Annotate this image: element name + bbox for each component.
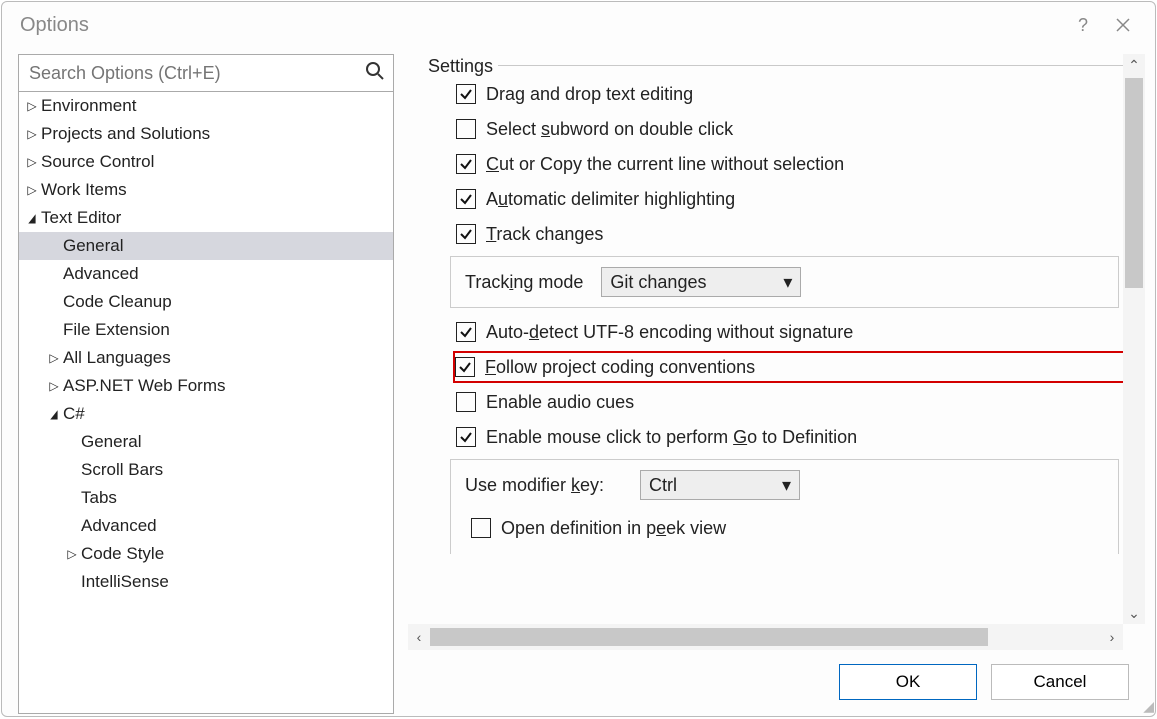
tree-item-label: Work Items xyxy=(41,180,127,199)
tree-item[interactable]: ▷Code Style xyxy=(19,540,393,568)
tree-item[interactable]: ▷Code Cleanup xyxy=(19,288,393,316)
tree-item[interactable]: ◢Text Editor xyxy=(19,204,393,232)
tree-item-label: Text Editor xyxy=(41,208,121,227)
chevron-down-icon: ◢ xyxy=(48,400,59,428)
vertical-scrollbar[interactable]: ⌃ ⌄ xyxy=(1123,54,1145,624)
tree-item-label: Environment xyxy=(41,96,136,115)
resize-grip-icon[interactable]: ◢ xyxy=(1143,698,1154,715)
close-icon xyxy=(1116,18,1130,32)
tree-item[interactable]: ▷Advanced xyxy=(19,512,393,540)
tree-item[interactable]: ▷All Languages xyxy=(19,344,393,372)
chevron-down-icon: ◢ xyxy=(26,204,37,232)
tree-item-label: Code Cleanup xyxy=(63,292,172,311)
tree-item[interactable]: ▷General xyxy=(19,232,393,260)
tree-item-label: Tabs xyxy=(81,488,117,507)
chevron-right-icon: ▷ xyxy=(25,92,39,120)
tree-item-label: Advanced xyxy=(81,516,157,535)
scroll-right-icon: › xyxy=(1101,626,1123,648)
tracking-mode-select[interactable]: Git changes ▾ xyxy=(601,267,801,297)
tree-item[interactable]: ▷Scroll Bars xyxy=(19,456,393,484)
follow-conventions-checkbox[interactable]: Follow project coding conventions xyxy=(453,351,1145,383)
tree-item-label: General xyxy=(63,236,123,255)
autodetect-utf8-checkbox[interactable]: Auto-detect UTF-8 encoding without signa… xyxy=(456,316,1145,348)
tree-item-label: All Languages xyxy=(63,348,171,367)
scrollbar-thumb[interactable] xyxy=(1125,78,1143,288)
chevron-right-icon: ▷ xyxy=(25,120,39,148)
tree-item[interactable]: ▷General xyxy=(19,428,393,456)
help-button[interactable]: ? xyxy=(1063,5,1103,45)
tree-item[interactable]: ▷IntelliSense xyxy=(19,568,393,596)
window-title: Options xyxy=(20,14,89,37)
tree-item[interactable]: ▷Environment xyxy=(19,92,393,120)
tree-item-label: Projects and Solutions xyxy=(41,124,210,143)
scroll-up-icon: ⌃ xyxy=(1123,54,1145,76)
tree-item-label: IntelliSense xyxy=(81,572,169,591)
tree-item[interactable]: ▷ASP.NET Web Forms xyxy=(19,372,393,400)
goto-definition-checkbox[interactable]: Enable mouse click to perform Go to Defi… xyxy=(456,421,1145,453)
drag-drop-checkbox[interactable]: Drag and drop text editing xyxy=(456,78,1145,110)
horizontal-scrollbar[interactable]: ‹ › xyxy=(408,624,1123,650)
settings-panel: Settings Drag and drop text editing Sele… xyxy=(426,54,1145,624)
cancel-button[interactable]: Cancel xyxy=(991,664,1129,700)
tree-item-label: ASP.NET Web Forms xyxy=(63,376,226,395)
search-options[interactable] xyxy=(18,54,394,92)
chevron-right-icon: ▷ xyxy=(65,540,79,568)
peek-view-checkbox[interactable]: Open definition in peek view xyxy=(471,512,1104,544)
chevron-right-icon: ▷ xyxy=(25,176,39,204)
chevron-right-icon: ▷ xyxy=(47,344,61,372)
options-tree[interactable]: ▷Environment▷Projects and Solutions▷Sour… xyxy=(18,92,394,714)
chevron-down-icon: ▾ xyxy=(782,475,791,496)
close-button[interactable] xyxy=(1103,5,1143,45)
tree-item-label: File Extension xyxy=(63,320,170,339)
modifier-key-select[interactable]: Ctrl ▾ xyxy=(640,470,800,500)
chevron-right-icon: ▷ xyxy=(25,148,39,176)
search-input[interactable] xyxy=(25,59,365,88)
tree-item[interactable]: ▷File Extension xyxy=(19,316,393,344)
modifier-key-label: Use modifier key: xyxy=(465,475,604,496)
autodelim-checkbox[interactable]: Automatic delimiter highlighting xyxy=(456,183,1145,215)
chevron-right-icon: ▷ xyxy=(47,372,61,400)
tree-item[interactable]: ◢C# xyxy=(19,400,393,428)
tree-item[interactable]: ▷Advanced xyxy=(19,260,393,288)
tree-item-label: Code Style xyxy=(81,544,164,563)
tree-item-label: General xyxy=(81,432,141,451)
subword-checkbox[interactable]: Select subword on double click xyxy=(456,113,1145,145)
settings-group-title: Settings xyxy=(428,56,1145,77)
track-changes-checkbox[interactable]: Track changes xyxy=(456,218,1145,250)
tree-item-label: Scroll Bars xyxy=(81,460,163,479)
tree-item[interactable]: ▷Tabs xyxy=(19,484,393,512)
tracking-mode-row: Tracking mode Git changes ▾ xyxy=(450,256,1119,308)
search-icon xyxy=(365,61,385,86)
tree-item-label: C# xyxy=(63,404,85,423)
audio-cues-checkbox[interactable]: Enable audio cues xyxy=(456,386,1145,418)
chevron-down-icon: ▾ xyxy=(783,272,792,293)
tree-item-label: Advanced xyxy=(63,264,139,283)
ok-button[interactable]: OK xyxy=(839,664,977,700)
tree-item[interactable]: ▷Projects and Solutions xyxy=(19,120,393,148)
tree-item[interactable]: ▷Work Items xyxy=(19,176,393,204)
cutcopy-checkbox[interactable]: Cut or Copy the current line without sel… xyxy=(456,148,1145,180)
scrollbar-thumb[interactable] xyxy=(430,628,988,646)
tree-item-label: Source Control xyxy=(41,152,154,171)
scroll-down-icon: ⌄ xyxy=(1123,602,1145,624)
tree-item[interactable]: ▷Source Control xyxy=(19,148,393,176)
scroll-left-icon: ‹ xyxy=(408,626,430,648)
